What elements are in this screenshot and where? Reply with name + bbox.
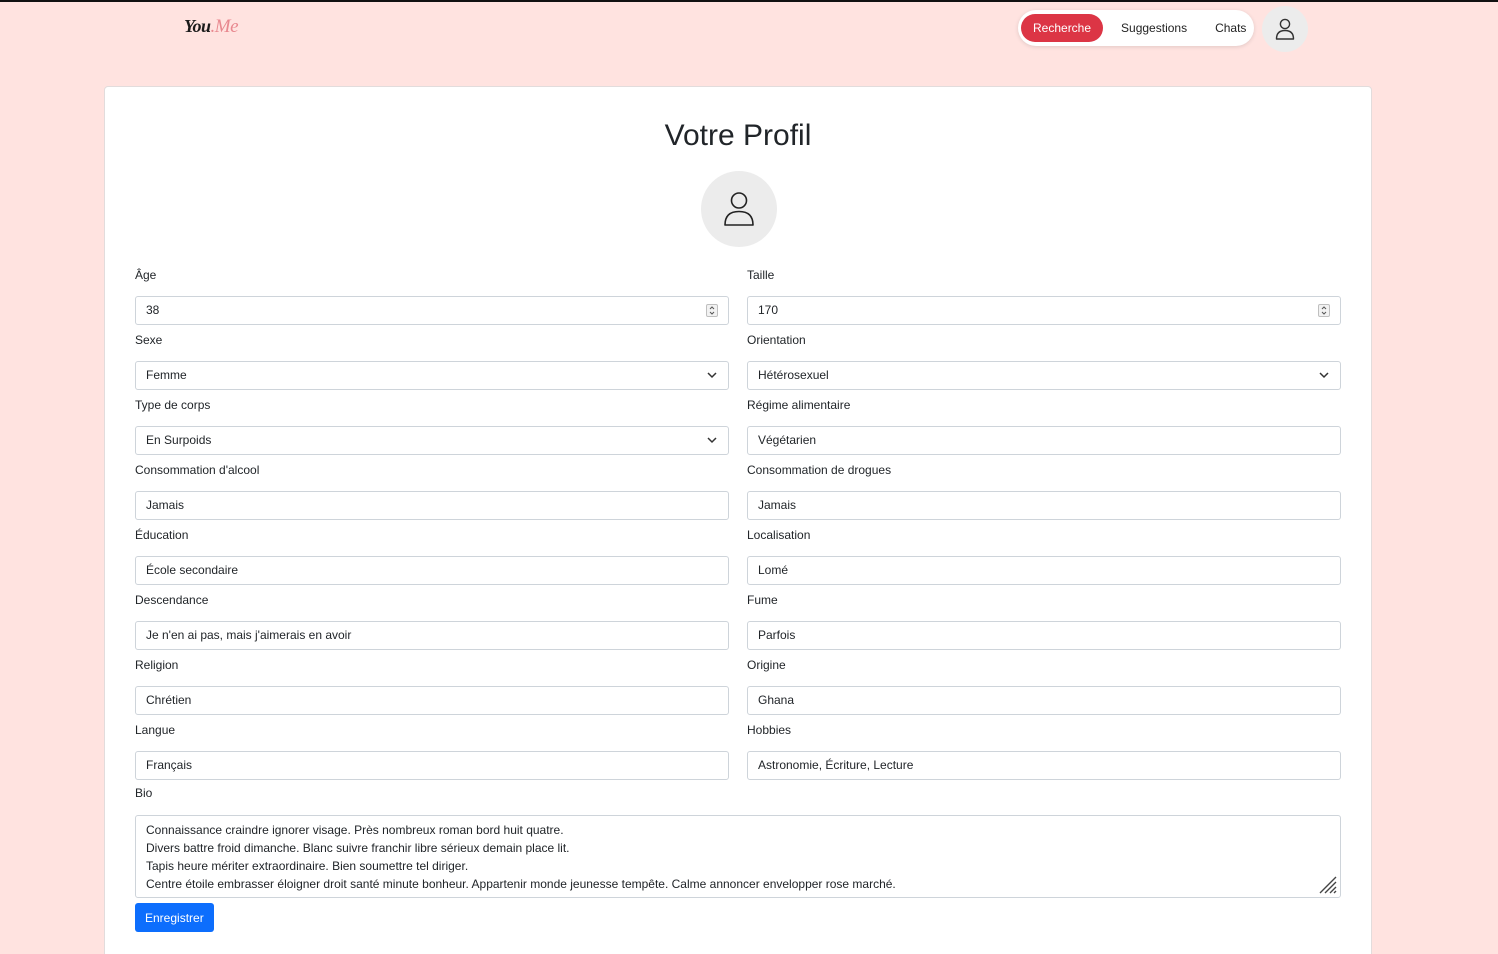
- regime-input[interactable]: Végétarien: [747, 426, 1341, 455]
- chevron-down-icon: [707, 437, 717, 444]
- langue-input[interactable]: Français: [135, 751, 729, 780]
- logo-text: You: [184, 16, 211, 36]
- orientation-label: Orientation: [747, 333, 806, 347]
- age-input[interactable]: 38: [135, 296, 729, 325]
- origine-input[interactable]: Ghana: [747, 686, 1341, 715]
- regime-label: Régime alimentaire: [747, 398, 851, 412]
- bio-label: Bio: [135, 786, 153, 800]
- fume-label: Fume: [747, 593, 778, 607]
- nav-recherche[interactable]: Recherche: [1021, 14, 1104, 42]
- descendance-label: Descendance: [135, 593, 209, 607]
- field-religion: Religion Chrétien: [135, 657, 729, 715]
- page-title: Votre Profil: [664, 119, 812, 152]
- nav-chats[interactable]: Chats: [1203, 14, 1258, 42]
- field-origine: Origine Ghana: [747, 657, 1341, 715]
- alcool-input[interactable]: Jamais: [135, 491, 729, 520]
- field-alcool: Consommation d'alcool Jamais: [135, 462, 729, 520]
- bio-textarea[interactable]: Connaissance craindre ignorer visage. Pr…: [135, 815, 1341, 898]
- type-corps-select[interactable]: En Surpoids: [135, 426, 729, 455]
- user-icon: [1275, 18, 1295, 40]
- field-bio: Bio Connaissance craindre ignorer visage…: [135, 785, 1341, 898]
- type-corps-value: En Surpoids: [146, 433, 212, 447]
- orientation-value: Hétérosexuel: [758, 368, 829, 382]
- spinner-arrows-icon: [1321, 306, 1327, 315]
- drogues-label: Consommation de drogues: [747, 463, 892, 477]
- chevron-down-icon: [1319, 372, 1329, 379]
- chevron-down-icon: [707, 372, 717, 379]
- user-icon: [724, 192, 754, 226]
- religion-label: Religion: [135, 658, 179, 672]
- profile-card: Votre Profil Âge 38 Taille 170 Sexe Femm…: [104, 86, 1372, 954]
- localisation-input[interactable]: Lomé: [747, 556, 1341, 585]
- taille-spinner[interactable]: [1318, 304, 1330, 317]
- taille-label: Taille: [747, 268, 775, 282]
- education-input[interactable]: École secondaire: [135, 556, 729, 585]
- field-taille: Taille 170: [747, 267, 1341, 325]
- field-sexe: Sexe Femme: [135, 332, 729, 390]
- field-localisation: Localisation Lomé: [747, 527, 1341, 585]
- hobbies-label: Hobbies: [747, 723, 792, 737]
- age-value: 38: [146, 303, 160, 317]
- app-logo[interactable]: You.Me: [184, 16, 239, 38]
- bio-line: Divers battre froid dimanche. Blanc suiv…: [146, 841, 570, 855]
- age-label: Âge: [135, 268, 157, 282]
- user-menu-button[interactable]: [1262, 6, 1308, 52]
- sexe-value: Femme: [146, 368, 187, 382]
- field-langue: Langue Français: [135, 722, 729, 780]
- origine-label: Origine: [747, 658, 786, 672]
- alcool-label: Consommation d'alcool: [135, 463, 260, 477]
- field-education: Éducation École secondaire: [135, 527, 729, 585]
- nav-suggestions[interactable]: Suggestions: [1109, 14, 1199, 42]
- save-button[interactable]: Enregistrer: [135, 903, 214, 932]
- field-drogues: Consommation de drogues Jamais: [747, 462, 1341, 520]
- spinner-arrows-icon: [709, 306, 715, 315]
- field-regime: Régime alimentaire Végétarien: [747, 397, 1341, 455]
- profile-avatar[interactable]: [701, 171, 777, 247]
- type-corps-label: Type de corps: [135, 398, 211, 412]
- resize-handle-icon[interactable]: [1316, 873, 1338, 895]
- sexe-label: Sexe: [135, 333, 163, 347]
- taille-value: 170: [758, 303, 779, 317]
- drogues-input[interactable]: Jamais: [747, 491, 1341, 520]
- bio-line: Tapis heure mériter extraordinaire. Bien…: [146, 859, 469, 873]
- education-label: Éducation: [135, 528, 189, 542]
- fume-input[interactable]: Parfois: [747, 621, 1341, 650]
- logo-accent-text: .Me: [210, 16, 239, 37]
- main-nav: Recherche Suggestions Chats: [1018, 10, 1254, 46]
- religion-input[interactable]: Chrétien: [135, 686, 729, 715]
- langue-label: Langue: [135, 723, 176, 737]
- hobbies-input[interactable]: Astronomie, Écriture, Lecture: [747, 751, 1341, 780]
- descendance-input[interactable]: Je n'en ai pas, mais j'aimerais en avoir: [135, 621, 729, 650]
- field-orientation: Orientation Hétérosexuel: [747, 332, 1341, 390]
- sexe-select[interactable]: Femme: [135, 361, 729, 390]
- field-hobbies: Hobbies Astronomie, Écriture, Lecture: [747, 722, 1341, 780]
- age-spinner[interactable]: [706, 304, 718, 317]
- orientation-select[interactable]: Hétérosexuel: [747, 361, 1341, 390]
- field-fume: Fume Parfois: [747, 592, 1341, 650]
- bio-line: Connaissance craindre ignorer visage. Pr…: [146, 823, 564, 837]
- bio-line: Centre étoile embrasser éloigner droit s…: [146, 877, 896, 891]
- field-age: Âge 38: [135, 267, 729, 325]
- taille-input[interactable]: 170: [747, 296, 1341, 325]
- field-descendance: Descendance Je n'en ai pas, mais j'aimer…: [135, 592, 729, 650]
- localisation-label: Localisation: [747, 528, 811, 542]
- field-type-corps: Type de corps En Surpoids: [135, 397, 729, 455]
